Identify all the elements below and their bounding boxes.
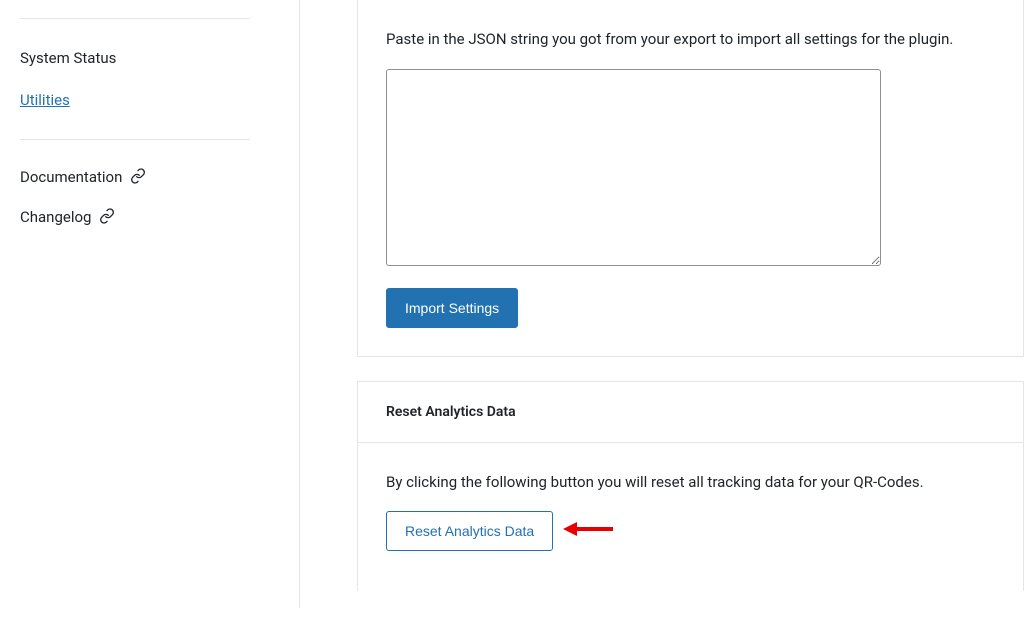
reset-analytics-panel: Reset Analytics Data By clicking the fol… bbox=[357, 381, 1024, 592]
external-link-icon bbox=[130, 168, 146, 188]
sidebar-link-label: Documentation bbox=[20, 168, 122, 186]
sidebar-link-documentation[interactable]: Documentation bbox=[20, 158, 279, 198]
import-json-textarea[interactable] bbox=[386, 69, 881, 266]
sidebar-item-system-status[interactable]: System Status bbox=[20, 37, 279, 79]
import-settings-panel: Paste in the JSON string you got from yo… bbox=[357, 0, 1024, 357]
sidebar-item-utilities[interactable]: Utilities bbox=[20, 79, 279, 121]
annotation-arrow-icon bbox=[563, 517, 613, 545]
sidebar-divider bbox=[20, 18, 250, 19]
sidebar-divider bbox=[20, 139, 250, 140]
main-content: Paste in the JSON string you got from yo… bbox=[357, 0, 1024, 626]
import-description: Paste in the JSON string you got from yo… bbox=[386, 28, 995, 51]
reset-description: By clicking the following button you wil… bbox=[386, 471, 995, 494]
reset-analytics-title: Reset Analytics Data bbox=[358, 382, 1023, 443]
sidebar-link-changelog[interactable]: Changelog bbox=[20, 198, 279, 238]
sidebar-link-label: Changelog bbox=[20, 208, 91, 226]
external-link-icon bbox=[99, 208, 115, 228]
reset-analytics-body: By clicking the following button you wil… bbox=[358, 443, 1023, 592]
import-settings-button[interactable]: Import Settings bbox=[386, 288, 518, 328]
settings-sidebar: System Status Utilities Documentation Ch… bbox=[0, 0, 300, 608]
reset-analytics-button[interactable]: Reset Analytics Data bbox=[386, 511, 553, 551]
